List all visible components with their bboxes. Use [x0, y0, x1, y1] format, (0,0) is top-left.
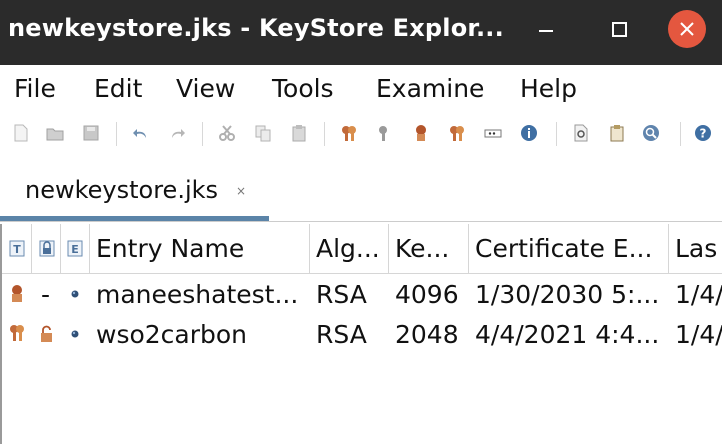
undo-icon[interactable] — [132, 124, 150, 142]
import-trusted-certificate-icon[interactable] — [412, 124, 430, 142]
key-size: 4096 — [395, 280, 459, 309]
menu-edit[interactable]: Edit — [94, 74, 142, 103]
certificate-expiry: 1/30/2030 5:... — [475, 280, 660, 309]
entry-name: maneeshatest... — [96, 280, 299, 309]
tab-divider — [0, 221, 722, 222]
import-key-pair-icon[interactable] — [448, 124, 466, 142]
maximize-icon — [612, 22, 627, 37]
minimize-button[interactable] — [526, 10, 566, 50]
tab-close-icon[interactable]: × — [236, 184, 246, 198]
generate-secret-key-icon[interactable] — [376, 124, 394, 142]
column-header-lock[interactable] — [32, 224, 61, 273]
lock-status: - — [41, 280, 51, 309]
toolbar-separator — [202, 122, 203, 146]
column-header-key-size[interactable]: Ke... — [389, 224, 469, 273]
column-header-label: Entry Name — [96, 234, 245, 263]
open-folder-icon[interactable] — [46, 124, 64, 142]
redo-icon[interactable] — [168, 124, 186, 142]
tab-label: newkeystore.jks — [25, 176, 219, 204]
column-header-label: Alg... — [316, 234, 380, 263]
table-row[interactable]: - maneeshatest... RSA 4096 1/30/2030 5:.… — [2, 274, 722, 314]
properties-icon[interactable] — [520, 124, 538, 142]
algorithm: RSA — [316, 280, 367, 309]
algorithm: RSA — [316, 320, 367, 349]
toolbar-separator — [116, 122, 117, 146]
status-dot-icon — [71, 290, 79, 298]
copy-icon[interactable] — [254, 124, 272, 142]
menu-examine[interactable]: Examine — [376, 74, 484, 103]
column-header-label: Las — [675, 234, 718, 263]
column-header-label: Ke... — [395, 234, 450, 263]
column-header-algorithm[interactable]: Alg... — [310, 224, 389, 273]
keystore-tab-bar: newkeystore.jks × — [0, 154, 722, 224]
toolbar: ? — [0, 114, 722, 154]
cut-icon[interactable] — [218, 124, 236, 142]
expiry-column-icon: E — [67, 240, 83, 257]
window-title: newkeystore.jks - KeyStore Explor... — [8, 14, 504, 42]
svg-text:?: ? — [700, 127, 707, 141]
table-row[interactable]: wso2carbon RSA 2048 4/4/2021 4:4... 1/4/ — [2, 314, 722, 354]
new-file-icon[interactable] — [12, 124, 30, 142]
last-modified: 1/4/ — [675, 280, 722, 309]
help-icon[interactable]: ? — [694, 124, 712, 142]
key-pair-icon — [12, 285, 22, 302]
maximize-button[interactable] — [600, 10, 640, 50]
paste-icon[interactable] — [290, 124, 308, 142]
last-modified: 1/4/ — [675, 320, 722, 349]
lock-column-icon — [39, 240, 55, 257]
examine-clipboard-icon[interactable] — [608, 124, 626, 142]
column-header-entry-name[interactable]: Entry Name — [90, 224, 310, 273]
trusted-cert-icon — [10, 325, 24, 341]
column-header-type[interactable]: T — [2, 224, 32, 273]
type-column-icon: T — [9, 240, 25, 257]
close-button[interactable] — [668, 10, 706, 48]
toolbar-separator — [680, 122, 681, 146]
key-size: 2048 — [395, 320, 459, 349]
menu-tools[interactable]: Tools — [272, 74, 334, 103]
generate-key-pair-icon[interactable] — [340, 124, 358, 142]
keystore-entries-table: T E Entry Name Alg... Ke... Certificate … — [0, 224, 722, 444]
minimize-icon — [539, 30, 553, 32]
status-dot-icon — [71, 330, 79, 338]
close-icon — [680, 22, 694, 36]
menu-bar: File Edit View Tools Examine Help — [0, 65, 722, 114]
examine-ssl-icon[interactable] — [642, 124, 660, 142]
tab-newkeystore[interactable]: newkeystore.jks × — [0, 154, 269, 224]
menu-file[interactable]: File — [14, 74, 56, 103]
column-header-label: Certificate E... — [475, 234, 653, 263]
toolbar-separator — [324, 122, 325, 146]
menu-help[interactable]: Help — [520, 74, 577, 103]
examine-file-icon[interactable] — [572, 124, 590, 142]
unlocked-icon — [41, 325, 52, 342]
svg-text:T: T — [13, 243, 21, 256]
certificate-expiry: 4/4/2021 4:4... — [475, 320, 660, 349]
column-header-last-modified[interactable]: Las — [669, 224, 722, 273]
toolbar-separator — [556, 122, 557, 146]
menu-view[interactable]: View — [176, 74, 235, 103]
set-password-icon[interactable] — [484, 124, 502, 142]
column-header-certificate-expiry[interactable]: Certificate E... — [469, 224, 669, 273]
table-header: T E Entry Name Alg... Ke... Certificate … — [2, 224, 722, 274]
column-header-expiry[interactable]: E — [61, 224, 90, 273]
save-icon[interactable] — [82, 124, 100, 142]
window-title-bar: newkeystore.jks - KeyStore Explor... — [0, 0, 722, 65]
svg-text:E: E — [71, 243, 79, 256]
entry-name: wso2carbon — [96, 320, 248, 349]
